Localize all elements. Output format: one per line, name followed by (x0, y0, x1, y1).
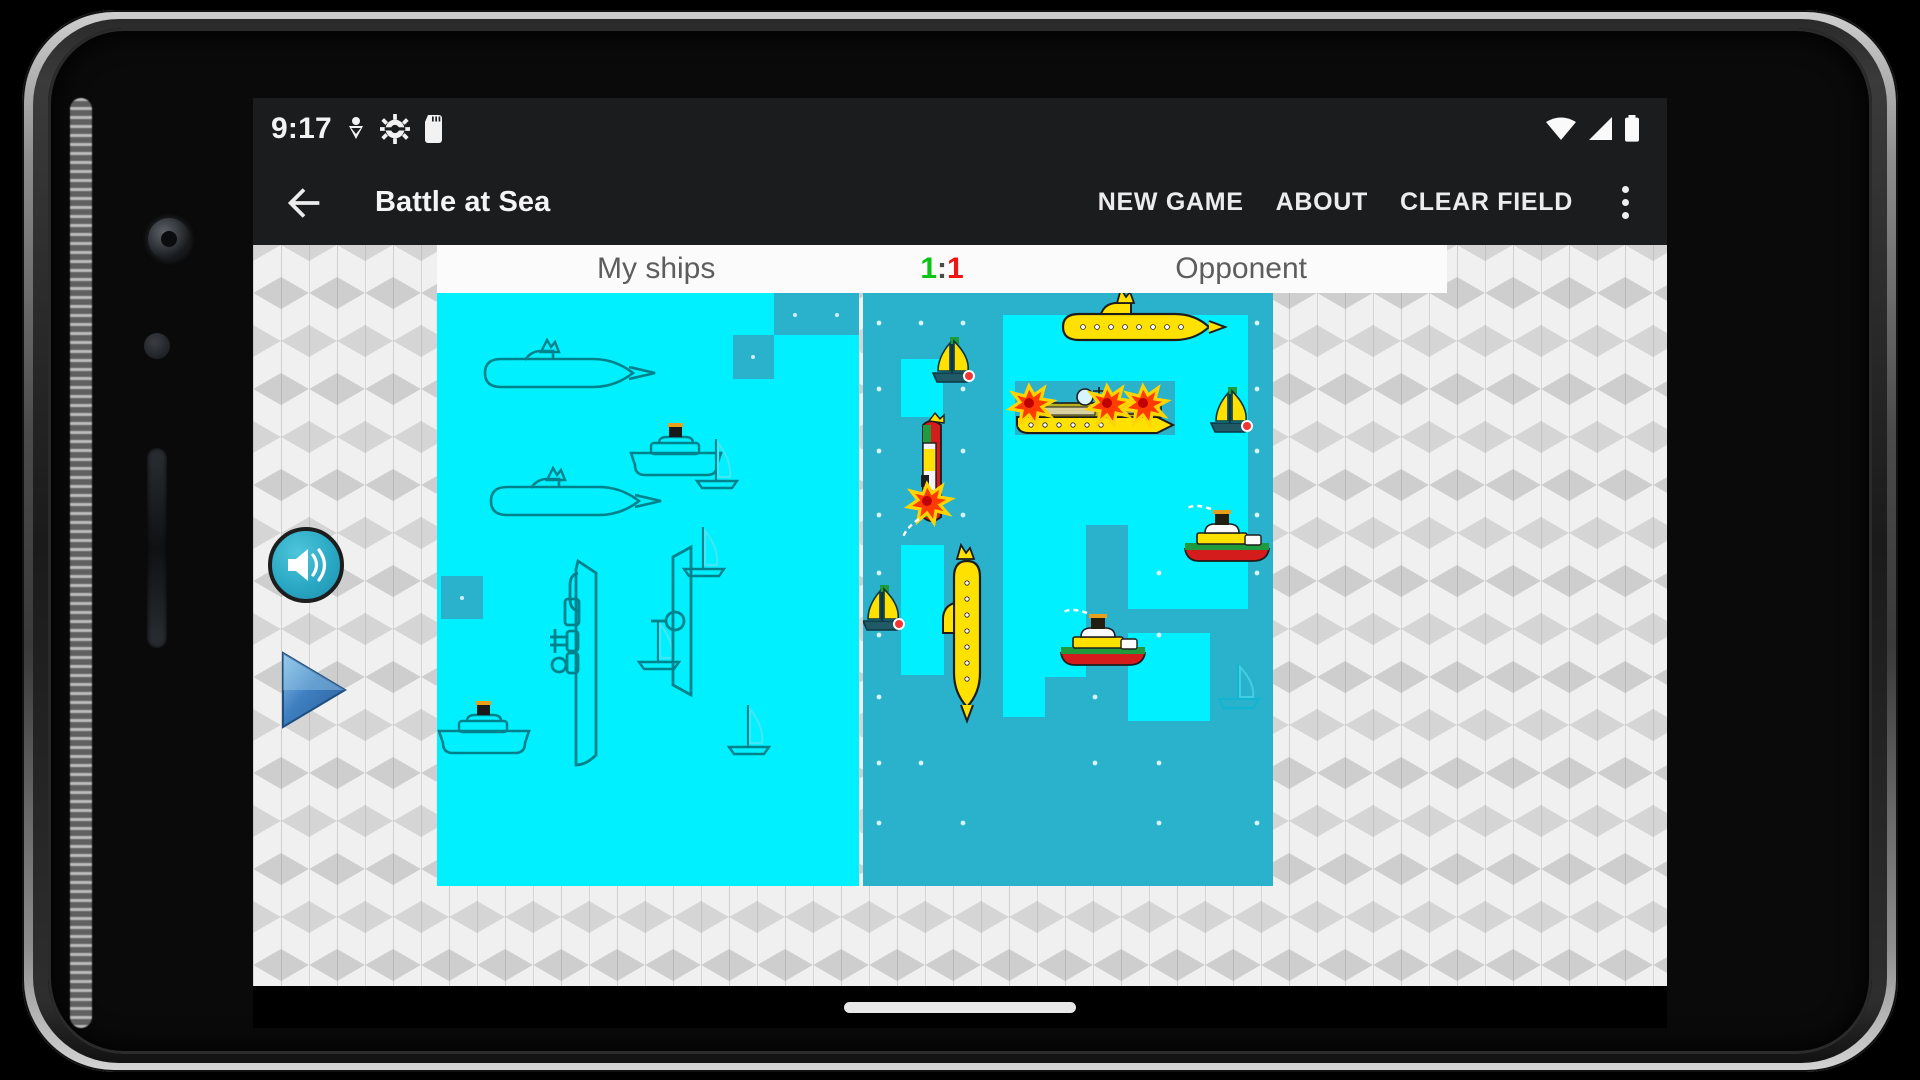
about-button[interactable]: ABOUT (1260, 178, 1384, 227)
score-separator: : (937, 252, 947, 285)
navigation-bar (253, 986, 1667, 1028)
clear-field-button[interactable]: CLEAR FIELD (1384, 178, 1589, 227)
sd-card-icon (424, 115, 442, 143)
status-bar-right (1545, 115, 1647, 143)
my-ships-board[interactable] (437, 293, 859, 886)
overflow-dot (1621, 199, 1629, 206)
earpiece-speaker-grille (147, 448, 167, 648)
opponent-ship-hidden (1217, 663, 1262, 710)
opponent-board[interactable] (863, 293, 1273, 886)
opponent-ship-battleship (1008, 381, 1176, 435)
my-ship (437, 699, 531, 755)
score-display: 1:1 (920, 252, 963, 286)
back-arrow-icon[interactable] (281, 180, 327, 226)
my-ships-label: My ships (597, 252, 716, 285)
my-ship (489, 466, 663, 517)
opponent-board-canvas (863, 293, 1271, 826)
my-ship (629, 421, 723, 477)
my-ship (695, 437, 739, 490)
status-bar: 9:17 (253, 98, 1667, 160)
score-mine: 1 (920, 252, 937, 285)
speaker-on-icon (288, 548, 327, 582)
more-vert-icon[interactable] (1599, 175, 1651, 231)
status-bar-clock: 9:17 (271, 112, 332, 145)
my-ship (550, 558, 598, 767)
app-bar-actions: NEW GAME ABOUT CLEAR FIELD (1082, 175, 1651, 231)
revealed-cell-group (441, 293, 859, 619)
opponent-ship-destroyer (901, 411, 953, 538)
opponent-label: Opponent (1175, 252, 1307, 285)
cellular-signal-icon (1589, 117, 1612, 140)
front-camera-icon (148, 218, 190, 260)
my-ship (483, 338, 657, 389)
page-title: Battle at Sea (375, 186, 551, 218)
battery-icon (1625, 115, 1639, 142)
wifi-icon (1546, 117, 1576, 140)
screenshot-root: 9:17 Battle at Sea NEW GAME ABOUT CLEAR … (0, 0, 1920, 1080)
app-bar: Battle at Sea NEW GAME ABOUT CLEAR FIELD (253, 160, 1667, 245)
score-opponent: 1 (947, 252, 964, 285)
status-bar-left: 9:17 (271, 112, 446, 146)
opponent-ship-sailboat (863, 583, 906, 632)
my-ship (727, 703, 771, 756)
gear-icon (379, 114, 410, 144)
download-icon (348, 117, 363, 139)
phone-body: 9:17 Battle at Sea NEW GAME ABOUT CLEAR … (48, 28, 1872, 1054)
board-header-strip: My ships 1:1 Opponent (437, 245, 1447, 293)
phone-screen: 9:17 Battle at Sea NEW GAME ABOUT CLEAR … (253, 98, 1667, 1028)
new-game-button[interactable]: NEW GAME (1082, 178, 1260, 227)
overflow-dot (1621, 212, 1629, 219)
next-turn-button[interactable] (277, 650, 349, 730)
game-area: My ships 1:1 Opponent (253, 245, 1667, 986)
sound-toggle-button[interactable] (268, 527, 344, 603)
my-board-canvas (437, 293, 859, 767)
opponent-ship-submarine (942, 542, 982, 724)
phone-side-knurling (70, 98, 92, 1028)
home-indicator-pill[interactable] (844, 1001, 1076, 1013)
proximity-sensor (144, 333, 170, 359)
overflow-dot (1621, 186, 1629, 193)
